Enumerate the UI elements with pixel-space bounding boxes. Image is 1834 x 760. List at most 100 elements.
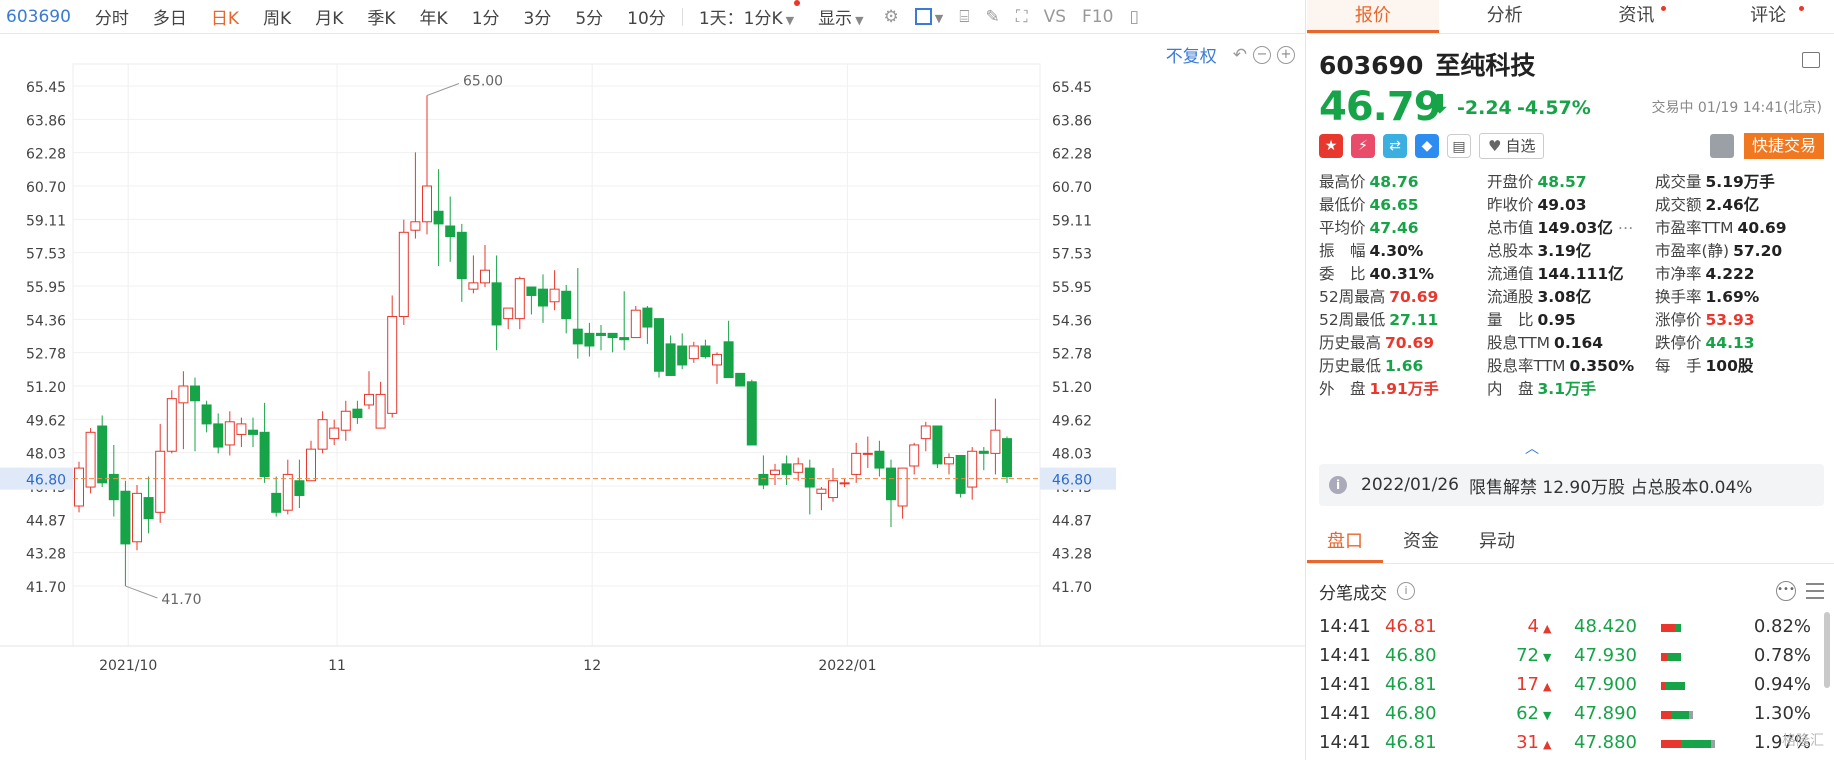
candle-body[interactable] <box>862 452 873 455</box>
candle-body[interactable] <box>897 467 908 507</box>
display-select[interactable]: 显示 ▼ <box>806 4 875 29</box>
camera-icon[interactable]: ⌸ <box>951 7 977 27</box>
tab-order-book[interactable]: 盘口 <box>1307 524 1383 563</box>
candle-body[interactable] <box>630 309 641 339</box>
tab-10min[interactable]: 10分 <box>615 4 678 29</box>
candle-body[interactable] <box>480 269 490 284</box>
candle-body[interactable] <box>166 398 177 452</box>
scrollbar[interactable] <box>1824 612 1830 688</box>
tab-anomaly[interactable]: 异动 <box>1459 524 1535 563</box>
candle-body[interactable] <box>456 231 467 280</box>
candle-body[interactable] <box>596 332 606 336</box>
candle-body[interactable] <box>723 341 734 379</box>
candle-body[interactable] <box>851 452 862 475</box>
candle-body[interactable] <box>143 497 154 520</box>
candle-body[interactable] <box>572 328 583 345</box>
candle-body[interactable] <box>132 492 142 543</box>
candle-body[interactable] <box>352 408 363 419</box>
candle-body[interactable] <box>770 469 780 475</box>
candle-body[interactable] <box>271 492 282 513</box>
candle-body[interactable] <box>758 473 769 486</box>
candle-body[interactable] <box>828 480 838 499</box>
candle-body[interactable] <box>387 316 398 414</box>
candle-body[interactable] <box>491 282 502 326</box>
margin-icon[interactable]: ⚡ <box>1351 134 1375 158</box>
candle-body[interactable] <box>422 185 432 223</box>
candle-body[interactable] <box>816 488 827 494</box>
candle-body[interactable] <box>549 288 560 303</box>
candle-body[interactable] <box>120 490 131 545</box>
candle-body[interactable] <box>201 404 212 425</box>
bookmark-icon[interactable]: ▤ <box>1447 134 1471 158</box>
tab-intraday[interactable]: 分时 <box>83 4 141 29</box>
candle-body[interactable] <box>364 393 374 406</box>
candle-body[interactable] <box>909 444 920 467</box>
candle-body[interactable] <box>619 337 630 341</box>
candle-body[interactable] <box>955 454 966 494</box>
candle-body[interactable] <box>654 318 664 372</box>
tab-quote[interactable]: 报价 <box>1307 0 1439 33</box>
quick-trade-button[interactable]: 快捷交易 <box>1743 133 1824 159</box>
panel-toggle-icon[interactable]: ▯ <box>1121 7 1146 27</box>
indicator-box-select[interactable]: ▼ <box>907 7 951 27</box>
candle-body[interactable] <box>804 467 815 488</box>
candle-body[interactable] <box>306 448 316 482</box>
candle-body[interactable] <box>317 419 328 450</box>
candle-body[interactable] <box>735 372 746 387</box>
candle-body[interactable] <box>340 410 351 431</box>
candle-body[interactable] <box>282 473 293 511</box>
f10-button[interactable]: F10 <box>1074 7 1121 27</box>
candle-body[interactable] <box>990 429 1001 454</box>
unlock-notice[interactable]: i 2022/01/26 限售解禁 12.90万股 占总股本0.04% <box>1319 464 1824 506</box>
candle-body[interactable] <box>665 343 676 376</box>
candle-body[interactable] <box>236 423 247 435</box>
tab-daily-k[interactable]: 日K <box>199 4 251 29</box>
tab-yearly-k[interactable]: 年K <box>408 4 460 29</box>
more-icon[interactable]: ••• <box>1776 581 1796 601</box>
candle-body[interactable] <box>677 345 688 366</box>
candle-body[interactable] <box>839 482 850 485</box>
candle-body[interactable] <box>688 345 699 360</box>
candle-body[interactable] <box>793 463 804 473</box>
candle-body[interactable] <box>781 463 792 475</box>
stock-code-tab[interactable]: 603690 <box>0 7 83 27</box>
kline-chart[interactable]: 65.45 65.45 63.86 63.86 62.28 62.28 60.70 60.70… <box>0 34 1306 760</box>
candle-body[interactable] <box>712 353 722 366</box>
candle-body[interactable] <box>178 385 189 404</box>
candle-body[interactable] <box>259 431 270 478</box>
tab-quarterly-k[interactable]: 季K <box>355 4 407 29</box>
candle-body[interactable] <box>886 467 896 501</box>
candle-body[interactable] <box>433 210 444 225</box>
tab-3min[interactable]: 3分 <box>512 4 564 29</box>
candle-body[interactable] <box>538 288 548 307</box>
range-select[interactable]: 1天：1分K ▼ <box>687 0 806 29</box>
pencil-icon[interactable]: ✎ <box>977 7 1007 27</box>
candle-body[interactable] <box>294 480 305 496</box>
candle-body[interactable] <box>874 450 885 469</box>
info-icon[interactable]: i <box>1397 582 1415 600</box>
candle-body[interactable] <box>932 425 943 465</box>
candle-body[interactable] <box>700 345 711 358</box>
candle-body[interactable] <box>213 423 224 448</box>
candle-body[interactable] <box>607 332 618 339</box>
candle-body[interactable] <box>97 425 108 484</box>
bell-icon[interactable] <box>1709 134 1734 158</box>
vs-compare-button[interactable]: VS <box>1036 7 1074 27</box>
tab-multiday[interactable]: 多日 <box>141 4 199 29</box>
candle-body[interactable] <box>248 429 258 435</box>
tab-5min[interactable]: 5分 <box>563 4 615 29</box>
list-icon[interactable] <box>1806 583 1824 599</box>
candle-body[interactable] <box>561 290 572 320</box>
tab-analysis[interactable]: 分析 <box>1439 0 1571 33</box>
fullscreen-icon[interactable]: ⛶ <box>1008 7 1036 27</box>
menu-icon[interactable] <box>1802 52 1820 68</box>
candle-body[interactable] <box>190 385 200 402</box>
candle-body[interactable] <box>155 450 166 513</box>
tag-icon[interactable]: ◆ <box>1415 134 1439 158</box>
candle-body[interactable] <box>375 393 386 429</box>
candle-body[interactable] <box>410 221 421 231</box>
candle-body[interactable] <box>74 467 84 507</box>
candle-body[interactable] <box>224 421 235 446</box>
candle-body[interactable] <box>503 307 514 320</box>
tab-news[interactable]: 资讯 <box>1571 0 1703 33</box>
